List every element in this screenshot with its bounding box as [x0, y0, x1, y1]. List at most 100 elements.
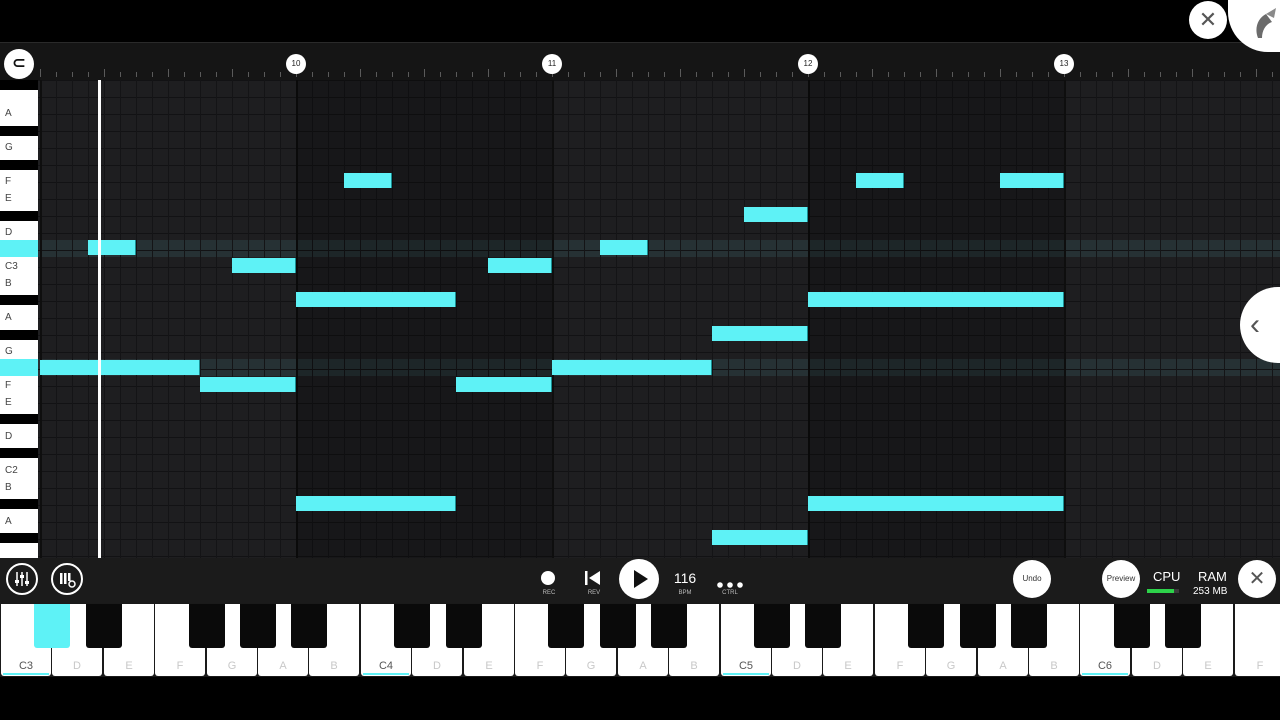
note-block[interactable]: [808, 292, 1064, 307]
instrument-settings-icon[interactable]: [51, 563, 83, 595]
ruler-tick: [472, 72, 473, 77]
bar-marker-10[interactable]: 10: [286, 54, 306, 74]
side-black-key[interactable]: [0, 80, 38, 90]
note-block[interactable]: [488, 258, 552, 273]
side-black-key[interactable]: [0, 533, 38, 543]
black-key[interactable]: [189, 604, 225, 648]
piano-keyboard[interactable]: C3 D E F G A B C4 D E F G A B C5 D E F G A B C6 D E F: [0, 603, 1280, 677]
black-key[interactable]: [1165, 604, 1201, 648]
rec-label: REC: [542, 590, 556, 596]
black-key[interactable]: [960, 604, 996, 648]
grid-step-line: [696, 80, 697, 558]
note-block[interactable]: [600, 240, 648, 255]
side-black-key[interactable]: [0, 126, 38, 136]
bar-marker-12[interactable]: 12: [798, 54, 818, 74]
side-black-key[interactable]: [0, 211, 38, 221]
black-key[interactable]: [805, 604, 841, 648]
note-block[interactable]: [88, 240, 136, 255]
bar-marker-13[interactable]: 13: [1054, 54, 1074, 74]
ruler-tick: [872, 69, 873, 77]
black-key[interactable]: [394, 604, 430, 648]
vertical-piano-keys[interactable]: A G F E D C3 B A G F E D C2 B A: [0, 80, 38, 558]
grid-row-line: [38, 148, 1280, 149]
note-grid[interactable]: [38, 80, 1280, 558]
ruler-tick: [680, 69, 681, 77]
grid-step-line: [664, 80, 665, 558]
note-block[interactable]: [296, 496, 456, 511]
play-button[interactable]: [619, 559, 659, 599]
note-block[interactable]: [552, 360, 712, 375]
record-button[interactable]: [541, 571, 555, 585]
white-key[interactable]: F: [1235, 604, 1280, 676]
playhead[interactable]: [98, 80, 101, 558]
grid-step-line: [1192, 80, 1193, 558]
note-block[interactable]: [1000, 173, 1064, 188]
black-key[interactable]: [240, 604, 276, 648]
close-icon[interactable]: ✕: [1189, 1, 1227, 39]
side-black-key[interactable]: [0, 295, 38, 305]
ruler-tick: [1016, 72, 1017, 77]
side-black-key[interactable]: [0, 499, 38, 509]
preview-button[interactable]: Preview: [1102, 560, 1140, 598]
ruler-tick: [936, 69, 937, 77]
note-block[interactable]: [856, 173, 904, 188]
note-block[interactable]: [808, 496, 1064, 511]
grid-step-line: [744, 80, 745, 558]
note-block[interactable]: [712, 326, 808, 341]
note-block[interactable]: [232, 258, 296, 273]
grid-row-line: [38, 199, 1280, 200]
note-block[interactable]: [40, 360, 200, 375]
black-key[interactable]: [600, 604, 636, 648]
black-key[interactable]: [1011, 604, 1047, 648]
ruler-tick: [1112, 72, 1113, 77]
magnet-icon[interactable]: ⊂: [4, 49, 34, 79]
grid-step-line: [712, 80, 713, 558]
black-key[interactable]: [1114, 604, 1150, 648]
note-block[interactable]: [200, 377, 296, 392]
ruler-tick: [1096, 72, 1097, 77]
grid-step-line: [1224, 80, 1225, 558]
side-key-active-highlight: [0, 240, 38, 257]
cpu-meter: [1147, 589, 1179, 593]
black-key-pressed[interactable]: [34, 604, 70, 648]
black-key[interactable]: [86, 604, 122, 648]
close-icon[interactable]: ✕: [1238, 560, 1276, 598]
ruler-tick: [760, 72, 761, 77]
black-key[interactable]: [548, 604, 584, 648]
rewind-icon[interactable]: [585, 571, 601, 590]
side-black-key[interactable]: [0, 414, 38, 424]
note-block[interactable]: [296, 292, 456, 307]
side-black-key[interactable]: [0, 160, 38, 170]
grid-step-line: [120, 80, 121, 558]
ruler-tick: [1256, 69, 1257, 77]
tempo-value[interactable]: 116: [670, 570, 700, 586]
bar-marker-11[interactable]: 11: [542, 54, 562, 74]
timeline-ruler[interactable]: ⊂ 10 11 12 13: [0, 42, 1280, 81]
mixer-icon[interactable]: [6, 563, 38, 595]
grid-step-line: [56, 80, 57, 558]
grid-row-line: [38, 80, 1280, 81]
black-key[interactable]: [446, 604, 482, 648]
ruler-tick: [1080, 72, 1081, 77]
ruler-tick: [424, 69, 425, 77]
grid-step-line: [72, 80, 73, 558]
note-block[interactable]: [344, 173, 392, 188]
grid-row-line: [38, 131, 1280, 132]
grid-row-line: [38, 454, 1280, 455]
grid-bar-line: [552, 80, 554, 558]
note-block[interactable]: [456, 377, 552, 392]
black-key[interactable]: [291, 604, 327, 648]
black-key[interactable]: [754, 604, 790, 648]
grid-row-line: [38, 318, 1280, 319]
ruler-tick: [984, 72, 985, 77]
side-black-key[interactable]: [0, 330, 38, 340]
ruler-tick: [360, 69, 361, 77]
black-key[interactable]: [908, 604, 944, 648]
side-key-label: A: [5, 312, 12, 323]
note-block[interactable]: [712, 530, 808, 545]
ruler-tick: [632, 72, 633, 77]
undo-button[interactable]: Undo: [1013, 560, 1051, 598]
black-key[interactable]: [651, 604, 687, 648]
note-block[interactable]: [744, 207, 808, 222]
side-black-key[interactable]: [0, 448, 38, 458]
